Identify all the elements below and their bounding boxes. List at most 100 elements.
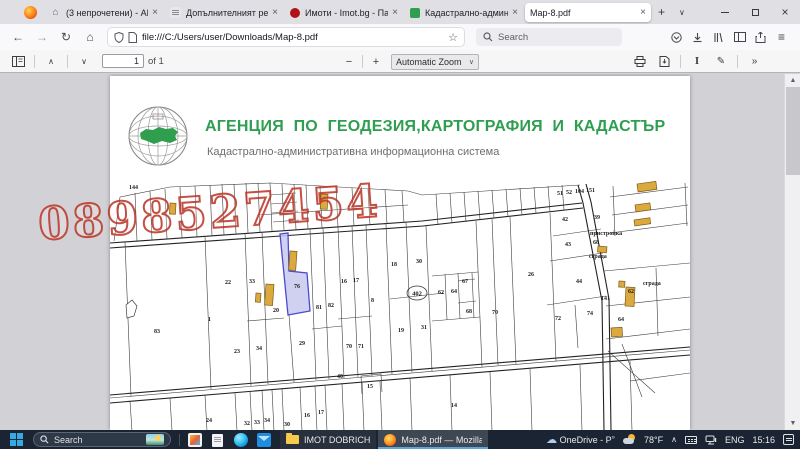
close-icon[interactable]: × (272, 7, 278, 18)
svg-text:8: 8 (371, 298, 374, 304)
window-label: Map-8.pdf — Mozilla ... (401, 435, 482, 445)
tab-abv-mail[interactable]: ⌂ (3 непрочетени) - АБВ поща × (45, 3, 163, 22)
svg-text:26: 26 (528, 272, 534, 278)
toggle-sidebar-icon[interactable] (6, 56, 30, 67)
close-window-button[interactable]: × (770, 0, 800, 24)
svg-text:29: 29 (299, 341, 305, 347)
tab-bar: ⌂ (3 непрочетени) - АБВ поща × Допълните… (0, 0, 800, 24)
network-icon[interactable] (705, 435, 717, 445)
close-icon[interactable]: × (512, 7, 518, 18)
tab-imot-bg[interactable]: Имоти - Imot.bg - Пазарът н × (285, 3, 403, 22)
svg-text:30: 30 (284, 422, 290, 428)
photos-app-icon[interactable] (188, 433, 202, 447)
new-tab-button[interactable]: + (651, 5, 672, 19)
url-bar[interactable]: file:///C:/Users/user/Downloads/Map-8.pd… (108, 28, 464, 46)
page-icon[interactable] (128, 32, 137, 43)
tab-resource[interactable]: Допълнителният ресурс по × (165, 3, 283, 22)
svg-text:76: 76 (294, 284, 300, 290)
forward-icon[interactable]: → (30, 30, 54, 44)
home-button-icon[interactable]: ⌂ (78, 30, 102, 44)
tab-title: Допълнителният ресурс по (186, 8, 268, 18)
url-text[interactable]: file:///C:/Users/user/Downloads/Map-8.pd… (142, 32, 444, 43)
close-icon[interactable]: × (392, 7, 398, 18)
svg-text:68: 68 (593, 240, 599, 246)
more-tools-icon[interactable]: » (742, 56, 766, 67)
library-icon[interactable] (708, 32, 729, 43)
shield-icon[interactable] (114, 32, 124, 43)
bookmark-star-icon[interactable]: ☆ (448, 31, 458, 44)
svg-text:23: 23 (234, 349, 240, 355)
toolbar-icons: ≡ (666, 30, 800, 44)
language-label[interactable]: ENG (725, 435, 745, 445)
scrollbar[interactable]: ▲ ▼ (784, 74, 800, 430)
agency-title: АГЕНЦИЯ ПО ГЕОДЕЗИЯ,КАРТОГРАФИЯ И КАДАСТ… (205, 118, 685, 136)
taskbar-window-firefox[interactable]: Map-8.pdf — Mozilla ... (378, 430, 488, 449)
save-icon[interactable] (652, 56, 676, 67)
previous-page-icon[interactable]: ∧ (39, 57, 63, 66)
tab-map-pdf-active[interactable]: Map-8.pdf × (525, 3, 651, 22)
start-button[interactable] (10, 433, 23, 446)
print-icon[interactable] (628, 56, 652, 67)
text-tool-icon[interactable]: I (685, 55, 709, 67)
scroll-down-icon[interactable]: ▼ (785, 417, 800, 430)
onedrive-badge: » (612, 435, 615, 441)
page-number-input[interactable]: 1 (102, 54, 144, 68)
svg-text:16: 16 (341, 279, 347, 285)
document-app-icon[interactable] (212, 434, 223, 447)
svg-text:17: 17 (318, 410, 324, 416)
svg-text:151: 151 (586, 188, 595, 194)
next-page-icon[interactable]: ∨ (72, 57, 96, 66)
temperature-label[interactable]: 78°F (644, 435, 663, 445)
svg-text:17: 17 (353, 278, 359, 284)
taskbar-window-imot[interactable]: IMOT DOBRICH (280, 430, 376, 449)
navigation-bar: ← → ↻ ⌂ file:///C:/Users/user/Downloads/… (0, 24, 800, 50)
svg-text:62: 62 (438, 290, 444, 296)
highlighted-parcel[interactable] (280, 233, 310, 315)
restore-button[interactable] (740, 0, 770, 24)
reload-icon[interactable]: ↻ (54, 30, 78, 44)
draw-icon[interactable]: ✎ (709, 56, 733, 67)
close-icon[interactable]: × (152, 7, 158, 18)
close-icon[interactable]: × (640, 7, 646, 18)
mail-app-icon[interactable] (257, 433, 271, 447)
svg-text:52: 52 (566, 190, 572, 196)
weather-icon[interactable] (623, 434, 636, 446)
search-weather-icon (146, 434, 164, 445)
onedrive-cloud-icon: ☁ (546, 434, 557, 446)
search-icon (40, 435, 49, 444)
sidebar-icon[interactable] (729, 32, 750, 42)
imot-icon (290, 8, 300, 18)
svg-text:62: 62 (628, 289, 634, 295)
svg-text:20: 20 (273, 308, 279, 314)
back-icon[interactable]: ← (6, 30, 30, 44)
pdf-toolbar: ∧ ∨ 1 of 1 − + Automatic Zoom ∨ I ✎ » (0, 50, 800, 73)
scrollbar-thumb[interactable] (786, 87, 800, 175)
downloads-icon[interactable] (687, 32, 708, 43)
clock-label[interactable]: 15:16 (752, 435, 775, 445)
touch-keyboard-icon[interactable] (685, 436, 697, 444)
minimize-button[interactable] (710, 0, 740, 24)
home-icon: ⌂ (50, 7, 61, 18)
zoom-select[interactable]: Automatic Zoom ∨ (391, 54, 479, 70)
hidden-icons-caret[interactable]: ∧ (671, 435, 677, 444)
scroll-up-icon[interactable]: ▲ (785, 74, 800, 87)
pocket-icon[interactable] (666, 32, 687, 43)
menu-icon[interactable]: ≡ (771, 30, 792, 44)
onedrive-item[interactable]: ☁ OneDrive - P» (546, 435, 615, 445)
zoom-in-button[interactable]: + (367, 56, 385, 68)
share-icon[interactable] (750, 32, 771, 43)
pdf-tools: I ✎ » (628, 55, 800, 68)
taskbar: Search IMOT DOBRICH Map-8.pdf — Mozilla … (0, 430, 800, 449)
road-number-label: 402 (412, 291, 422, 298)
firefox-icon[interactable] (24, 6, 37, 19)
taskbar-search[interactable]: Search (33, 432, 171, 447)
tab-kais[interactable]: Кадастрално-административн × (405, 3, 523, 22)
notification-icon[interactable] (783, 434, 794, 445)
search-bar[interactable]: Search (476, 28, 622, 46)
edge-icon[interactable] (234, 433, 248, 447)
zoom-out-button[interactable]: − (340, 56, 358, 68)
svg-text:16: 16 (304, 413, 310, 419)
list-tabs-icon[interactable]: ∨ (672, 8, 692, 17)
svg-text:64: 64 (618, 317, 624, 323)
onedrive-label: OneDrive - P (560, 435, 612, 445)
